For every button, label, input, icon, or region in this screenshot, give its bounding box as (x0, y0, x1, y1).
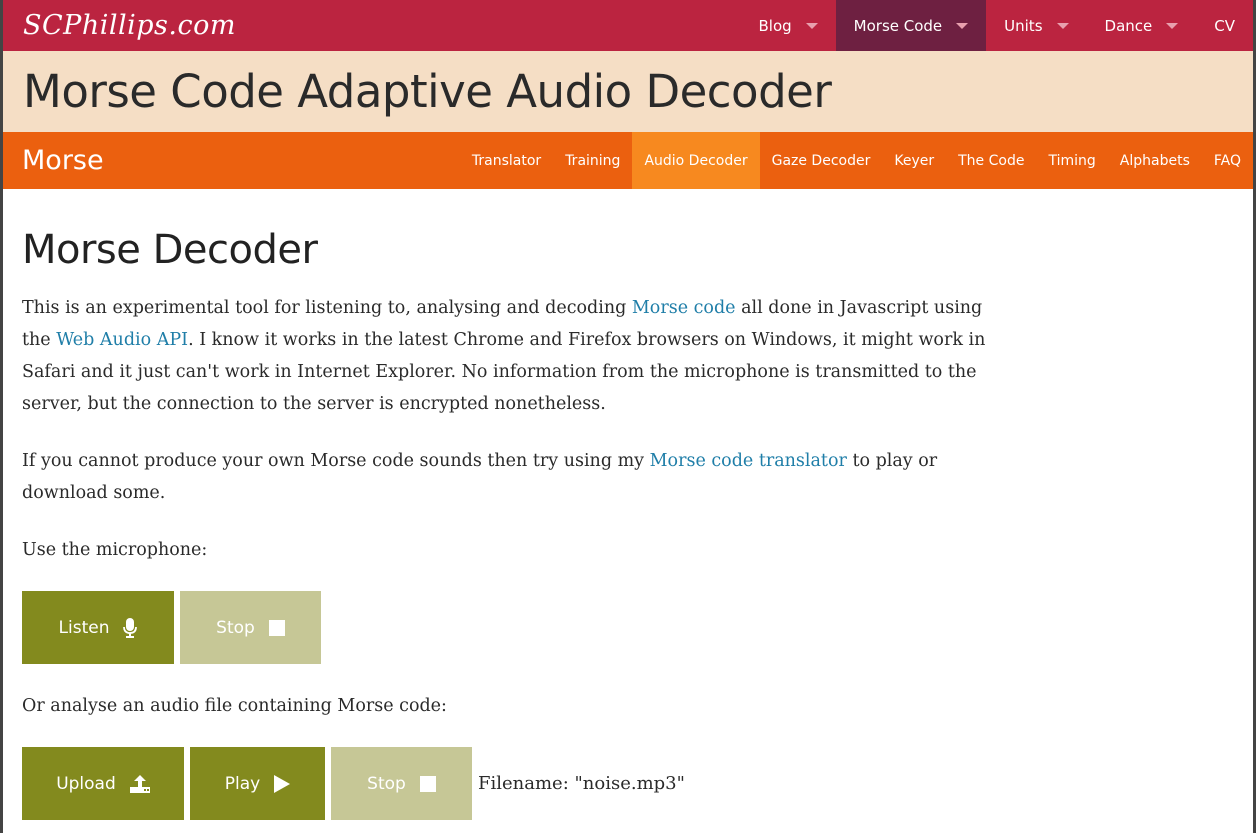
caret-down-icon (805, 22, 818, 29)
section-links: Translator Training Audio Decoder Gaze D… (460, 132, 1253, 189)
intro-text-1: This is an experimental tool for listeni… (22, 298, 632, 318)
upload-icon (129, 774, 150, 793)
top-navbar: SCPhillips.com Blog Morse Code Units Dan… (3, 0, 1253, 51)
stop-square-icon (268, 619, 285, 636)
section-link-gaze-decoder[interactable]: Gaze Decoder (760, 132, 883, 189)
intro-paragraph: This is an experimental tool for listeni… (22, 292, 1013, 420)
mic-button-row: Listen Stop (22, 591, 1013, 664)
stop-mic-button[interactable]: Stop (180, 591, 321, 664)
translator-paragraph: If you cannot produce your own Morse cod… (22, 445, 1013, 509)
topnav-label: Morse Code (853, 16, 943, 35)
file-button-row: Upload Play Stop Filename: "noise.mp3" (22, 747, 1013, 820)
section-link-audio-decoder[interactable]: Audio Decoder (632, 132, 760, 189)
microphone-icon (123, 617, 138, 638)
section-link-translator[interactable]: Translator (460, 132, 553, 189)
stop-square-icon (419, 775, 436, 792)
play-triangle-icon (274, 774, 291, 793)
topnav-label: CV (1214, 16, 1235, 35)
section-link-keyer[interactable]: Keyer (882, 132, 946, 189)
topnav-item-units[interactable]: Units (986, 0, 1086, 51)
web-audio-api-link[interactable]: Web Audio API (56, 330, 188, 350)
morse-code-link[interactable]: Morse code (632, 298, 736, 318)
filename-text: Filename: "noise.mp3" (478, 773, 685, 794)
play-button[interactable]: Play (190, 747, 325, 820)
topnav-item-morse-code[interactable]: Morse Code (835, 0, 987, 51)
site-logo[interactable]: SCPhillips.com (3, 10, 236, 41)
page-title: Morse Code Adaptive Audio Decoder (23, 65, 832, 118)
section-navbar: Morse Translator Training Audio Decoder … (3, 132, 1253, 189)
section-link-the-code[interactable]: The Code (946, 132, 1036, 189)
section-link-faq[interactable]: FAQ (1202, 132, 1253, 189)
topnav-item-blog[interactable]: Blog (740, 0, 835, 51)
play-label: Play (224, 773, 261, 794)
upload-label: Upload (56, 773, 116, 794)
file-label: Or analyse an audio file containing Mors… (22, 696, 447, 716)
caret-down-icon (1166, 22, 1179, 29)
stop-file-button[interactable]: Stop (331, 747, 472, 820)
topnav-label: Units (1004, 16, 1043, 35)
stop-label: Stop (216, 617, 255, 638)
title-band: Morse Code Adaptive Audio Decoder (3, 51, 1253, 132)
topnav-label: Dance (1104, 16, 1153, 35)
section-brand[interactable]: Morse (3, 145, 104, 176)
topnav-item-dance[interactable]: Dance (1087, 0, 1197, 51)
section-link-training[interactable]: Training (553, 132, 632, 189)
listen-label: Listen (58, 617, 110, 638)
section-heading: Morse Decoder (22, 227, 318, 273)
translator-text-1: If you cannot produce your own Morse cod… (22, 451, 650, 471)
translator-link[interactable]: Morse code translator (650, 451, 847, 471)
section-link-timing[interactable]: Timing (1036, 132, 1107, 189)
topnav-label: Blog (758, 16, 792, 35)
top-nav-menu: Blog Morse Code Units Dance CV (740, 0, 1253, 51)
mic-label: Use the microphone: (22, 540, 208, 560)
topnav-item-cv[interactable]: CV (1196, 0, 1253, 51)
stop-label: Stop (367, 773, 406, 794)
upload-button[interactable]: Upload (22, 747, 184, 820)
section-link-alphabets[interactable]: Alphabets (1108, 132, 1202, 189)
caret-down-icon (1056, 22, 1069, 29)
caret-down-icon (956, 22, 969, 29)
listen-button[interactable]: Listen (22, 591, 174, 664)
main-content: Morse Decoder This is an experimental to… (3, 189, 1013, 820)
